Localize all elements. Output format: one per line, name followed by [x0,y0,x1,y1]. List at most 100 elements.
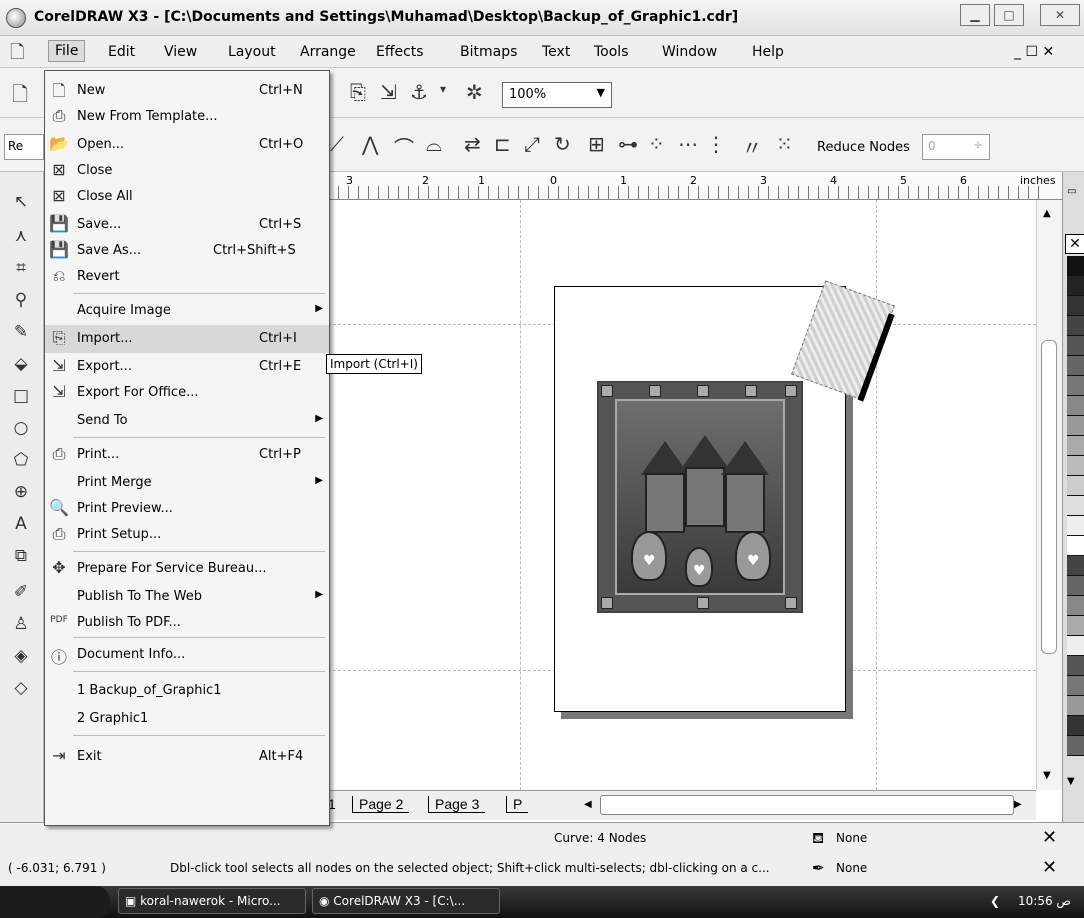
polygon-tool-icon[interactable]: ⬠ [8,450,34,476]
menu-item-export-for-office[interactable]: ⇲ Export For Office... [45,379,329,407]
freehand-tool-icon[interactable]: ✎ [8,322,34,348]
elastic-mode-icon[interactable]: ⁘ [648,132,665,156]
basic-shapes-tool-icon[interactable]: ⊕ [8,482,34,508]
color-swatch[interactable] [1067,256,1084,276]
vertical-scrollbar[interactable]: ▲ ▼ [1036,200,1062,790]
palette-flyout-icon[interactable]: ▭ [1067,186,1076,197]
line-segment-icon[interactable]: ⟋ [330,132,344,156]
guideline[interactable] [876,200,877,790]
color-swatch[interactable] [1067,676,1084,696]
color-swatch[interactable] [1067,576,1084,596]
chevron-down-icon[interactable]: ▾ [440,82,446,96]
cusp-node-icon[interactable]: ⋀ [362,132,378,156]
align-nodes-icon[interactable]: ⊞ [588,132,605,156]
stretch-nodes-icon[interactable]: ⤢ [524,132,540,156]
menu-item-print-setup[interactable]: ⎙ Print Setup... [45,521,329,549]
reverse-direction-icon[interactable]: ⇄ [464,132,481,156]
menu-item-print-merge[interactable]: Print Merge ▶ [45,469,329,497]
text-tool-icon[interactable]: A [8,514,34,540]
start-button[interactable] [0,886,110,918]
menu-item-print-preview[interactable]: 🔍 Print Preview... [45,495,329,523]
menu-item-acquire-image[interactable]: Acquire Image ▶ [45,297,329,325]
reduce-nodes-input[interactable]: 0 ÷ [922,134,990,160]
menu-item-new-from-template[interactable]: ⎙ New From Template... [45,103,329,131]
corel-online-icon[interactable]: ✲ [466,80,483,104]
tray-arrow-icon[interactable]: ❮ [990,894,1000,908]
zoom-level-select[interactable]: 100% ▼ [502,82,612,108]
scroll-right-icon[interactable]: ▶ [1014,799,1022,810]
color-swatch[interactable] [1067,616,1084,636]
crop-tool-icon[interactable]: ⌗ [8,258,34,284]
color-swatch[interactable] [1067,436,1084,456]
color-swatch[interactable] [1067,316,1084,336]
interactive-fill-tool-icon[interactable]: ◇ [8,678,34,704]
menu-item-revert[interactable]: ⎌ Revert [45,263,329,291]
document-window-controls[interactable]: _ ☐ ✕ [1014,44,1054,60]
no-color-swatch[interactable]: ✕ [1065,234,1084,254]
menu-item-close-all[interactable]: ⊠ Close All [45,183,329,211]
color-swatch[interactable] [1067,296,1084,316]
reduce-nodes-label[interactable]: Reduce Nodes [817,140,910,155]
menu-item-exit[interactable]: ⇥ Exit Alt+F4 [45,743,329,771]
menu-item-save[interactable]: 💾 Save... Ctrl+S [45,211,329,239]
menu-item-send-to[interactable]: Send To ▶ [45,407,329,435]
menu-window[interactable]: Window [662,44,717,60]
menu-item-document-info[interactable]: ⓘ Document Info... [45,641,329,669]
application-launcher-icon[interactable]: ⚓ [410,80,428,104]
horizontal-scrollbar[interactable] [600,795,1014,815]
node-distribute-icon[interactable]: ⋮ [706,132,726,156]
menu-item-publish-to-web[interactable]: Publish To The Web ▶ [45,583,329,611]
color-swatch[interactable] [1067,396,1084,416]
color-swatch[interactable] [1067,516,1084,536]
menu-item-publish-to-pdf[interactable]: PDF Publish To PDF... [45,609,329,637]
minimize-button[interactable]: ▁ [960,4,990,26]
menu-file[interactable]: File [48,40,86,62]
color-swatch[interactable] [1067,716,1084,736]
color-swatch[interactable] [1067,696,1084,716]
color-swatch[interactable] [1067,356,1084,376]
zoom-tool-icon[interactable]: ⚲ [8,290,34,316]
color-swatch[interactable] [1067,456,1084,476]
menu-arrange[interactable]: Arrange [300,44,356,60]
menu-effects[interactable]: Effects [376,44,424,60]
color-swatch[interactable] [1067,656,1084,676]
extend-curve-icon[interactable]: ⊏ [494,132,511,156]
menu-item-import[interactable]: ⎘ Import... Ctrl+I [45,325,329,353]
selection-mode-combo[interactable]: Re [4,134,44,160]
import-icon[interactable]: ⎘ [350,80,366,104]
tab-page-3[interactable]: Page 3 [428,796,486,813]
export-icon[interactable]: ⇲ [380,80,397,104]
menu-item-recent-2[interactable]: 2 Graphic1 [45,705,329,733]
menu-item-new[interactable]: 🗋 New Ctrl+N [45,77,329,105]
outline-tool-icon[interactable]: ♙ [8,614,34,640]
smooth-node-icon[interactable]: ⌒ [394,132,414,161]
shape-tool-icon[interactable]: ⋏ [8,226,34,252]
new-icon[interactable]: 🗋 [12,80,28,114]
symmetric-node-icon[interactable]: ⌓ [426,132,442,156]
tab-page-2[interactable]: Page 2 [352,796,410,813]
auto-reduce-icon[interactable]: ⁙ [776,132,793,156]
scroll-up-icon[interactable]: ▲ [1043,208,1051,219]
color-swatch[interactable] [1067,596,1084,616]
menu-text[interactable]: Text [542,44,570,60]
interactive-blend-tool-icon[interactable]: ⧉ [8,546,34,572]
menu-item-save-as[interactable]: 💾 Save As... Ctrl+Shift+S [45,237,329,265]
menu-item-recent-1[interactable]: 1 Backup_of_Graphic1 [45,677,329,705]
color-swatch[interactable] [1067,476,1084,496]
eyedropper-tool-icon[interactable]: ✐ [8,582,34,608]
scrollbar-thumb[interactable] [1041,340,1057,654]
menu-item-print[interactable]: ⎙ Print... Ctrl+P [45,441,329,469]
menu-bitmaps[interactable]: Bitmaps [460,44,517,60]
menu-item-open[interactable]: 📂 Open... Ctrl+O [45,131,329,159]
smart-fill-tool-icon[interactable]: ⬙ [8,354,34,380]
menu-item-prepare-for-service-bureau[interactable]: ✥ Prepare For Service Bureau... [45,555,329,583]
color-swatch[interactable] [1067,416,1084,436]
menu-view[interactable]: View [164,44,197,60]
select-all-nodes-icon[interactable]: ⋯ [678,132,698,156]
color-swatch[interactable] [1067,636,1084,656]
color-swatch[interactable] [1067,536,1084,556]
taskbar-button-word[interactable]: ▣ koral-nawerok - Micro... [118,888,306,914]
menu-layout[interactable]: Layout [228,44,276,60]
menu-help[interactable]: Help [752,44,784,60]
reflect-nodes-icon[interactable]: ⊶ [618,132,638,156]
